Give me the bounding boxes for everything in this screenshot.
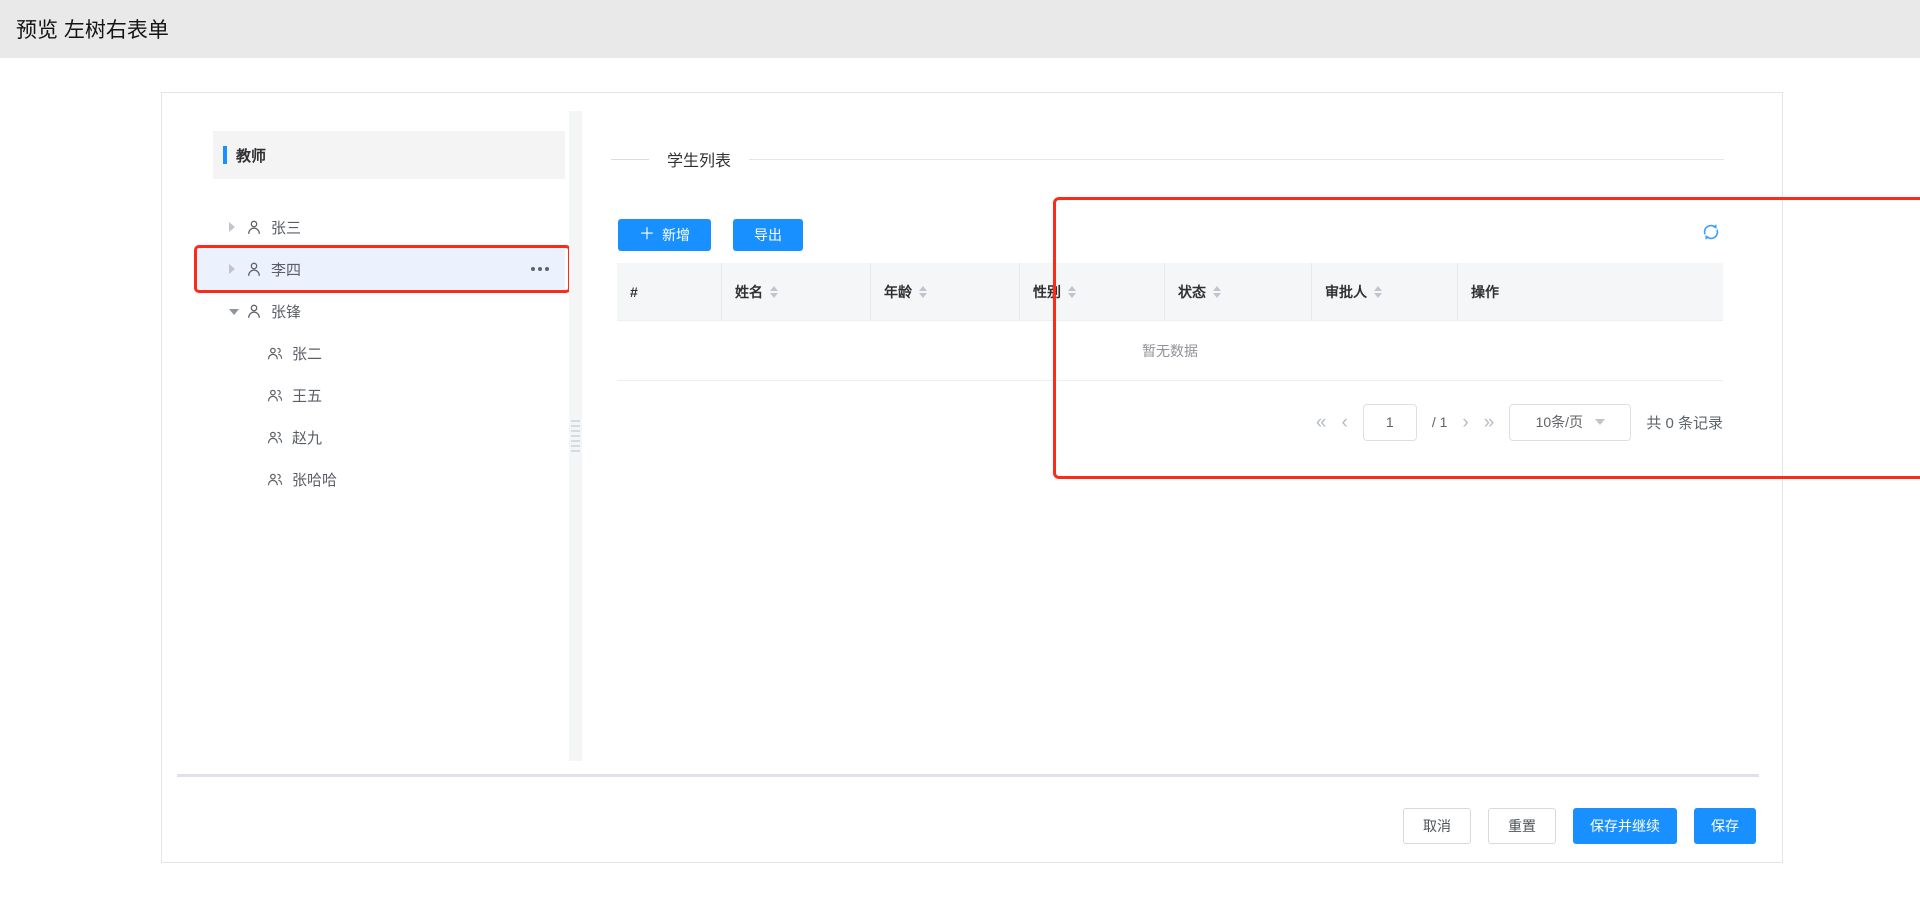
column-header[interactable]: 状态 [1164, 263, 1311, 320]
column-label: 性别 [1033, 282, 1061, 302]
column-header[interactable]: 操作 [1457, 263, 1723, 320]
table-header-row: # 姓名 年龄 性别 状态 审批人 操作 [617, 263, 1723, 321]
plus-icon: ＋ [639, 227, 655, 243]
person-icon [245, 218, 263, 236]
sort-icon[interactable] [1374, 286, 1382, 298]
accent-bar [223, 146, 227, 164]
cancel-button[interactable]: 取消 [1403, 808, 1471, 844]
add-button-label: 新增 [662, 225, 690, 245]
divider-line [749, 159, 1724, 160]
panel-splitter[interactable] [569, 111, 582, 761]
column-label: 姓名 [735, 282, 763, 302]
export-button-label: 导出 [754, 225, 782, 245]
refresh-icon[interactable] [1700, 221, 1722, 243]
sort-icon[interactable] [1068, 286, 1076, 298]
more-actions-icon[interactable] [531, 267, 549, 271]
sort-icon[interactable] [770, 286, 778, 298]
caret-right-icon[interactable] [229, 222, 245, 232]
section-divider: 学生列表 [611, 147, 1724, 171]
people-icon [266, 428, 284, 446]
person-icon [245, 302, 263, 320]
save-and-continue-button[interactable]: 保存并继续 [1573, 808, 1677, 844]
column-label: 状态 [1178, 282, 1206, 302]
tree-item[interactable]: 张锋 [197, 290, 565, 332]
students-table: # 姓名 年龄 性别 状态 审批人 操作 暂无数据 [617, 263, 1723, 381]
top-header-bar: 预览 左树右表单 [0, 0, 1920, 58]
column-header[interactable]: 姓名 [721, 263, 870, 320]
tree-item[interactable]: 王五 [197, 374, 565, 416]
tree-item[interactable]: 张二 [197, 332, 565, 374]
tree-panel-title: 教师 [236, 145, 266, 166]
reset-button[interactable]: 重置 [1488, 808, 1556, 844]
footer-actions: 取消 重置 保存并继续 保存 [1403, 808, 1756, 844]
save-button[interactable]: 保存 [1694, 808, 1756, 844]
student-list-panel: 学生列表 ＋ 新增 导出 # 姓名 年龄 性别 状态 审批人 操作 暂无数据 [611, 93, 1724, 864]
add-button[interactable]: ＋ 新增 [618, 219, 711, 251]
tree-list: 张三李四张锋张二王五赵九张哈哈 [197, 206, 565, 500]
tree-panel: 教师 张三李四张锋张二王五赵九张哈哈 [197, 131, 565, 500]
column-header[interactable]: 性别 [1019, 263, 1164, 320]
tree-item-label: 张二 [292, 343, 322, 364]
first-page-icon[interactable]: « [1316, 413, 1327, 432]
table-toolbar: ＋ 新增 导出 [618, 219, 803, 251]
tree-item-label: 张锋 [271, 301, 301, 322]
footer-divider [177, 774, 1759, 777]
person-icon [245, 260, 263, 278]
splitter-grip-icon [569, 417, 582, 455]
sort-icon[interactable] [919, 286, 927, 298]
divider-line [611, 159, 649, 160]
prev-page-icon[interactable]: ‹ [1342, 413, 1348, 432]
section-title: 学生列表 [667, 147, 731, 171]
page-size-value: 10条/页 [1536, 412, 1583, 432]
column-label: 操作 [1471, 282, 1499, 302]
column-label: 审批人 [1325, 282, 1367, 302]
column-header[interactable]: 审批人 [1311, 263, 1457, 320]
tree-item-label: 张三 [271, 217, 301, 238]
tree-item[interactable]: 张哈哈 [197, 458, 565, 500]
caret-down-icon[interactable] [229, 307, 245, 315]
people-icon [266, 344, 284, 362]
people-icon [266, 470, 284, 488]
export-button[interactable]: 导出 [733, 219, 803, 251]
page-count-label: / 1 [1432, 414, 1448, 430]
page-title: 预览 左树右表单 [16, 14, 169, 44]
tree-item-label: 张哈哈 [292, 469, 337, 490]
column-label: 年龄 [884, 282, 912, 302]
page-size-select[interactable]: 10条/页 [1509, 404, 1631, 441]
pagination: « ‹ / 1 › » 10条/页 共 0 条记录 [1316, 403, 1723, 441]
tree-item[interactable]: 李四 [197, 248, 565, 290]
column-label: # [630, 284, 638, 300]
last-page-icon[interactable]: » [1484, 413, 1495, 432]
chevron-down-icon [1595, 419, 1605, 425]
form-card: 教师 张三李四张锋张二王五赵九张哈哈 学生列表 ＋ 新增 导出 [161, 92, 1783, 863]
next-page-icon[interactable]: › [1462, 413, 1468, 432]
tree-item[interactable]: 张三 [197, 206, 565, 248]
page-number-input[interactable] [1363, 404, 1417, 441]
column-header[interactable]: 年龄 [870, 263, 1019, 320]
caret-right-icon[interactable] [229, 264, 245, 274]
table-empty-state: 暂无数据 [617, 321, 1723, 381]
sort-icon[interactable] [1213, 286, 1221, 298]
tree-item[interactable]: 赵九 [197, 416, 565, 458]
tree-item-label: 赵九 [292, 427, 322, 448]
total-records-label: 共 0 条记录 [1646, 412, 1723, 433]
tree-item-label: 王五 [292, 385, 322, 406]
tree-panel-header: 教师 [213, 131, 565, 179]
tree-item-label: 李四 [271, 259, 301, 280]
people-icon [266, 386, 284, 404]
column-header[interactable]: # [617, 263, 721, 320]
